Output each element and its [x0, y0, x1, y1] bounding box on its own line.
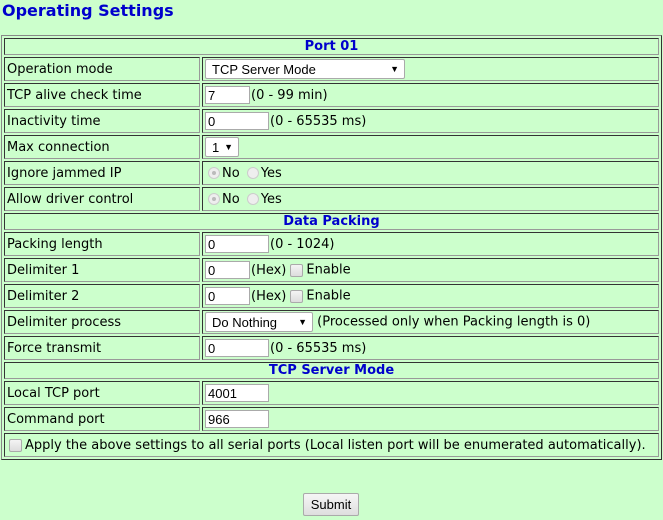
- submit-button[interactable]: Submit: [303, 493, 359, 516]
- row-command-port: Command port: [4, 407, 659, 431]
- label-delimiter-2: Delimiter 2: [4, 284, 200, 308]
- delimiter-2-hint: (Hex): [251, 288, 287, 304]
- delimiter-1-enable-label: Enable: [306, 262, 351, 278]
- label-packing-length: Packing length: [4, 232, 200, 256]
- section-header-port: Port 01: [4, 38, 659, 55]
- operation-mode-select[interactable]: TCP Server Mode ▼: [205, 59, 405, 79]
- label-local-tcp-port: Local TCP port: [4, 381, 200, 405]
- ignore-jammed-no-label: No: [222, 165, 240, 181]
- row-ignore-jammed: Ignore jammed IP No Yes: [4, 161, 659, 185]
- delimiter-1-enable-checkbox[interactable]: [290, 263, 304, 277]
- local-tcp-port-input[interactable]: [205, 384, 269, 402]
- label-command-port: Command port: [4, 407, 200, 431]
- tcp-alive-input[interactable]: [205, 86, 250, 104]
- delimiter-process-hint: (Processed only when Packing length is 0…: [317, 314, 591, 330]
- label-ignore-jammed: Ignore jammed IP: [4, 161, 200, 185]
- label-force-transmit: Force transmit: [4, 336, 200, 360]
- ignore-jammed-yes-radio[interactable]: [246, 167, 259, 179]
- packing-length-hint: (0 - 1024): [270, 236, 335, 252]
- max-connection-select[interactable]: 1 ▼: [205, 137, 239, 157]
- delimiter-1-hint: (Hex): [251, 262, 287, 278]
- delimiter-process-value: Do Nothing: [212, 315, 278, 330]
- allow-driver-no-radio[interactable]: [208, 193, 220, 205]
- chevron-down-icon: ▼: [298, 317, 307, 327]
- allow-driver-yes-label: Yes: [260, 191, 282, 207]
- row-apply-all: Apply the above settings to all serial p…: [4, 433, 659, 457]
- delimiter-2-enable-label: Enable: [306, 288, 351, 304]
- row-allow-driver: Allow driver control No Yes: [4, 187, 659, 211]
- row-tcp-alive: TCP alive check time (0 - 99 min): [4, 83, 659, 107]
- ignore-jammed-no-radio[interactable]: [208, 167, 220, 179]
- row-delimiter-process: Delimiter process Do Nothing ▼ (Processed…: [4, 310, 659, 334]
- apply-all-checkbox[interactable]: [9, 438, 22, 452]
- row-local-tcp-port: Local TCP port: [4, 381, 659, 405]
- delimiter-2-input[interactable]: [205, 287, 250, 305]
- command-port-input[interactable]: [205, 410, 269, 428]
- tcp-alive-hint: (0 - 99 min): [251, 87, 328, 103]
- delimiter-process-select[interactable]: Do Nothing ▼: [205, 312, 313, 332]
- row-force-transmit: Force transmit (0 - 65535 ms): [4, 336, 659, 360]
- apply-all-label: Apply the above settings to all serial p…: [25, 437, 646, 453]
- label-max-connection: Max connection: [4, 135, 200, 159]
- row-max-connection: Max connection 1 ▼: [4, 135, 659, 159]
- section-header-data-packing: Data Packing: [4, 213, 659, 230]
- label-operation-mode: Operation mode: [4, 57, 200, 81]
- label-delimiter-process: Delimiter process: [4, 310, 200, 334]
- row-inactivity: Inactivity time (0 - 65535 ms): [4, 109, 659, 133]
- force-transmit-hint: (0 - 65535 ms): [270, 340, 367, 356]
- settings-table: Port 01 Operation mode TCP Server Mode ▼ …: [1, 35, 662, 460]
- chevron-down-icon: ▼: [390, 64, 399, 74]
- inactivity-hint: (0 - 65535 ms): [270, 113, 367, 129]
- label-inactivity: Inactivity time: [4, 109, 200, 133]
- row-operation-mode: Operation mode TCP Server Mode ▼: [4, 57, 659, 81]
- chevron-down-icon: ▼: [224, 142, 233, 152]
- row-delimiter-2: Delimiter 2 (Hex) Enable: [4, 284, 659, 308]
- ignore-jammed-yes-label: Yes: [260, 165, 282, 181]
- label-allow-driver: Allow driver control: [4, 187, 200, 211]
- delimiter-2-enable-checkbox[interactable]: [290, 289, 304, 303]
- delimiter-1-input[interactable]: [205, 261, 250, 279]
- page-title: Operating Settings: [2, 1, 174, 20]
- label-delimiter-1: Delimiter 1: [4, 258, 200, 282]
- section-header-tcp-server: TCP Server Mode: [4, 362, 659, 379]
- operation-mode-value: TCP Server Mode: [212, 62, 316, 77]
- inactivity-input[interactable]: [205, 112, 269, 130]
- label-tcp-alive: TCP alive check time: [4, 83, 200, 107]
- max-connection-value: 1: [212, 140, 220, 155]
- allow-driver-no-label: No: [222, 191, 240, 207]
- force-transmit-input[interactable]: [205, 339, 269, 357]
- row-delimiter-1: Delimiter 1 (Hex) Enable: [4, 258, 659, 282]
- packing-length-input[interactable]: [205, 235, 269, 253]
- allow-driver-yes-radio[interactable]: [246, 193, 259, 205]
- row-packing-length: Packing length (0 - 1024): [4, 232, 659, 256]
